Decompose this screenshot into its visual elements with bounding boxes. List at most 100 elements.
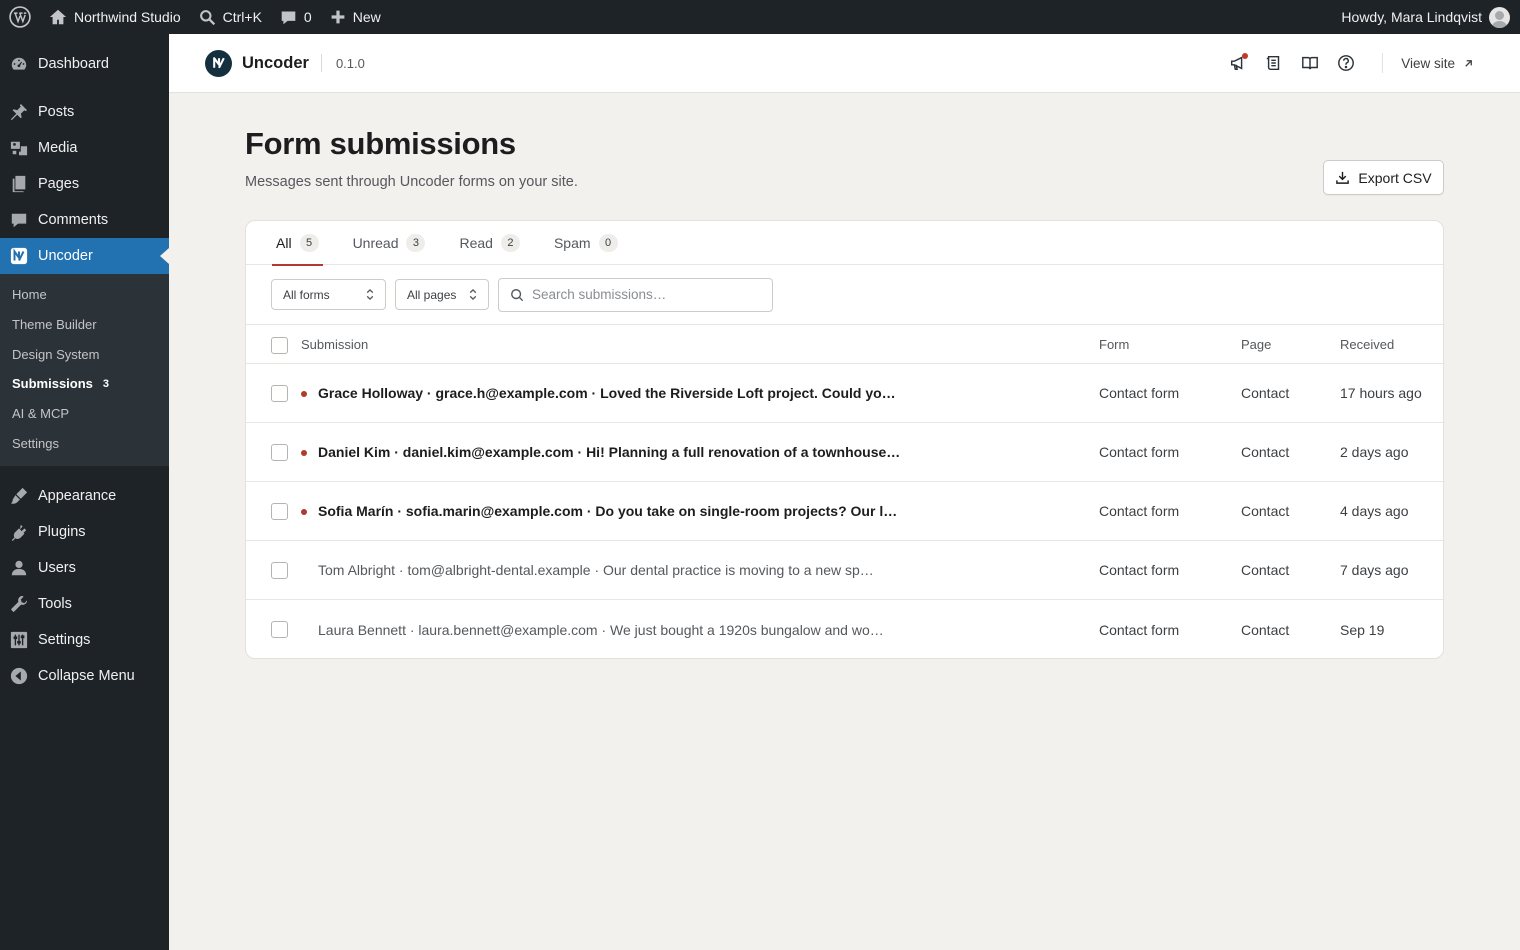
search-field[interactable] <box>498 277 773 312</box>
tab-spam[interactable]: Spam 0 <box>550 221 622 265</box>
search-icon <box>511 288 524 301</box>
wordpress-logo-button[interactable] <box>0 0 40 34</box>
comments-link[interactable]: 0 <box>271 0 321 34</box>
tab-unread[interactable]: Unread 3 <box>349 221 430 265</box>
view-site-label: View site <box>1401 55 1455 71</box>
submenu-item-ai-mcp[interactable]: AI & MCP <box>0 399 169 429</box>
header-actions-divider <box>1382 53 1384 73</box>
row-checkbox[interactable] <box>271 621 288 638</box>
view-site-link[interactable]: View site <box>1401 56 1474 71</box>
export-csv-button[interactable]: Export CSV <box>1323 160 1444 195</box>
submission-summary[interactable]: Grace Holloway · grace.h@example.com · L… <box>318 364 896 422</box>
help-button[interactable] <box>1336 53 1356 73</box>
sidebar-item-plugins[interactable]: Plugins <box>0 514 169 550</box>
tab-count: 2 <box>500 234 520 252</box>
unread-dot <box>301 450 307 456</box>
form-name: Contact form <box>1099 503 1180 519</box>
sidebar-item-posts[interactable]: Posts <box>0 94 169 130</box>
sidebar-label-dashboard: Dashboard <box>38 56 109 72</box>
row-checkbox[interactable] <box>271 562 288 579</box>
received-time: 17 hours ago <box>1340 385 1422 401</box>
export-csv-label: Export CSV <box>1358 169 1432 186</box>
row-checkbox[interactable] <box>271 444 288 461</box>
site-name-link[interactable]: Northwind Studio <box>40 0 190 34</box>
forms-filter-select[interactable]: All forms <box>271 279 386 310</box>
submenu-item-theme-builder[interactable]: Theme Builder <box>0 310 169 340</box>
documentation-button[interactable] <box>1300 53 1320 73</box>
sidebar-item-tools[interactable]: Tools <box>0 586 169 622</box>
sidebar-label-posts: Posts <box>38 104 75 120</box>
header-divider <box>320 54 322 72</box>
received-time: 4 days ago <box>1340 503 1409 519</box>
pages-filter-value: All pages <box>407 287 457 302</box>
collapse-menu-button[interactable]: Collapse Menu <box>0 658 169 694</box>
submission-summary[interactable]: Daniel Kim · daniel.kim@example.com · Hi… <box>318 423 900 481</box>
sidebar-item-appearance[interactable]: Appearance <box>0 478 169 514</box>
tab-read[interactable]: Read 2 <box>455 221 523 265</box>
table-row[interactable]: Grace Holloway · grace.h@example.com · L… <box>246 364 1443 423</box>
sidebar-item-media[interactable]: Media <box>0 130 169 166</box>
search-input[interactable] <box>532 287 752 302</box>
submenu-item-settings[interactable]: Settings <box>0 428 169 458</box>
announcements-button[interactable] <box>1228 53 1249 73</box>
submenu-item-design-system[interactable]: Design System <box>0 339 169 369</box>
sidebar-label-appearance: Appearance <box>38 488 117 505</box>
comment-bubble-icon <box>281 11 296 24</box>
tab-all[interactable]: All 5 <box>272 221 323 266</box>
sidebar-item-dashboard[interactable]: Dashboard <box>0 46 169 82</box>
pages-filter-select[interactable]: All pages <box>395 279 489 310</box>
sidebar-label-pages: Pages <box>38 176 80 192</box>
column-header-form[interactable]: Form <box>1099 325 1129 363</box>
sidebar-item-comments[interactable]: Comments <box>0 202 169 238</box>
pushpin-icon <box>10 103 28 121</box>
sidebar-item-users[interactable]: Users <box>0 550 169 586</box>
sidebar-item-pages[interactable]: Pages <box>0 166 169 202</box>
tab-label: Unread <box>352 235 399 251</box>
changelog-button[interactable] <box>1264 53 1284 73</box>
version-label: 0.1.0 <box>335 55 365 71</box>
submission-summary[interactable]: Laura Bennett · laura.bennett@example.co… <box>318 600 884 658</box>
new-content-button[interactable]: New <box>321 0 390 34</box>
header-actions <box>1228 53 1387 73</box>
sidebar-label-settings: Settings <box>38 632 91 649</box>
scroll-list-icon <box>1267 55 1280 71</box>
plug-icon <box>11 524 27 542</box>
command-search-button[interactable]: Ctrl+K <box>190 0 271 34</box>
submission-summary[interactable]: Sofia Marín · sofia.marin@example.com · … <box>318 482 897 540</box>
submenu-item-submissions[interactable]: Submissions 3 <box>0 369 169 399</box>
wrench-icon <box>10 596 28 613</box>
uncoder-mark-icon <box>212 57 225 69</box>
submission-summary[interactable]: Tom Albright · tom@albright-dental.examp… <box>318 541 874 599</box>
page-name: Contact <box>1241 444 1290 460</box>
table-row[interactable]: Sofia Marín · sofia.marin@example.com · … <box>246 482 1443 541</box>
column-header-page[interactable]: Page <box>1241 325 1271 363</box>
select-all-checkbox[interactable] <box>271 337 288 354</box>
avatar <box>1489 6 1510 28</box>
tab-count: 5 <box>299 234 319 252</box>
column-header-submission[interactable]: Submission <box>301 325 368 363</box>
account-menu[interactable]: Howdy, Mara Lindqvist <box>1332 0 1520 34</box>
received-time: 7 days ago <box>1340 562 1409 578</box>
column-header-received[interactable]: Received <box>1340 325 1394 363</box>
comments-icon <box>11 213 27 228</box>
table-row[interactable]: Tom Albright · tom@albright-dental.examp… <box>246 541 1443 600</box>
sidebar-item-uncoder[interactable]: Uncoder <box>0 238 169 274</box>
status-tabs: All 5 Unread 3 Read 2 Spam 0 <box>246 221 1443 266</box>
plus-icon <box>331 10 345 24</box>
table-row[interactable]: Laura Bennett · laura.bennett@example.co… <box>246 600 1443 658</box>
form-name: Contact form <box>1099 385 1180 401</box>
tab-count: 3 <box>406 234 426 252</box>
row-checkbox[interactable] <box>271 503 288 520</box>
comments-count: 0 <box>303 9 312 25</box>
table-row[interactable]: Daniel Kim · daniel.kim@example.com · Hi… <box>246 423 1443 482</box>
submissions-card: All 5 Unread 3 Read 2 Spam 0 All forms A… <box>245 220 1444 659</box>
chevron-up-down-icon <box>366 288 374 301</box>
row-checkbox[interactable] <box>271 385 288 402</box>
admin-sidebar: Dashboard Posts Media Pages Comments Unc… <box>0 34 169 950</box>
form-name: Contact form <box>1099 621 1180 638</box>
submenu-item-home[interactable]: Home <box>0 280 169 310</box>
sidebar-item-settings[interactable]: Settings <box>0 622 169 658</box>
chevron-up-down-icon <box>469 288 477 301</box>
collapse-menu-label: Collapse Menu <box>38 668 135 685</box>
collapse-arrow-icon <box>10 668 28 685</box>
